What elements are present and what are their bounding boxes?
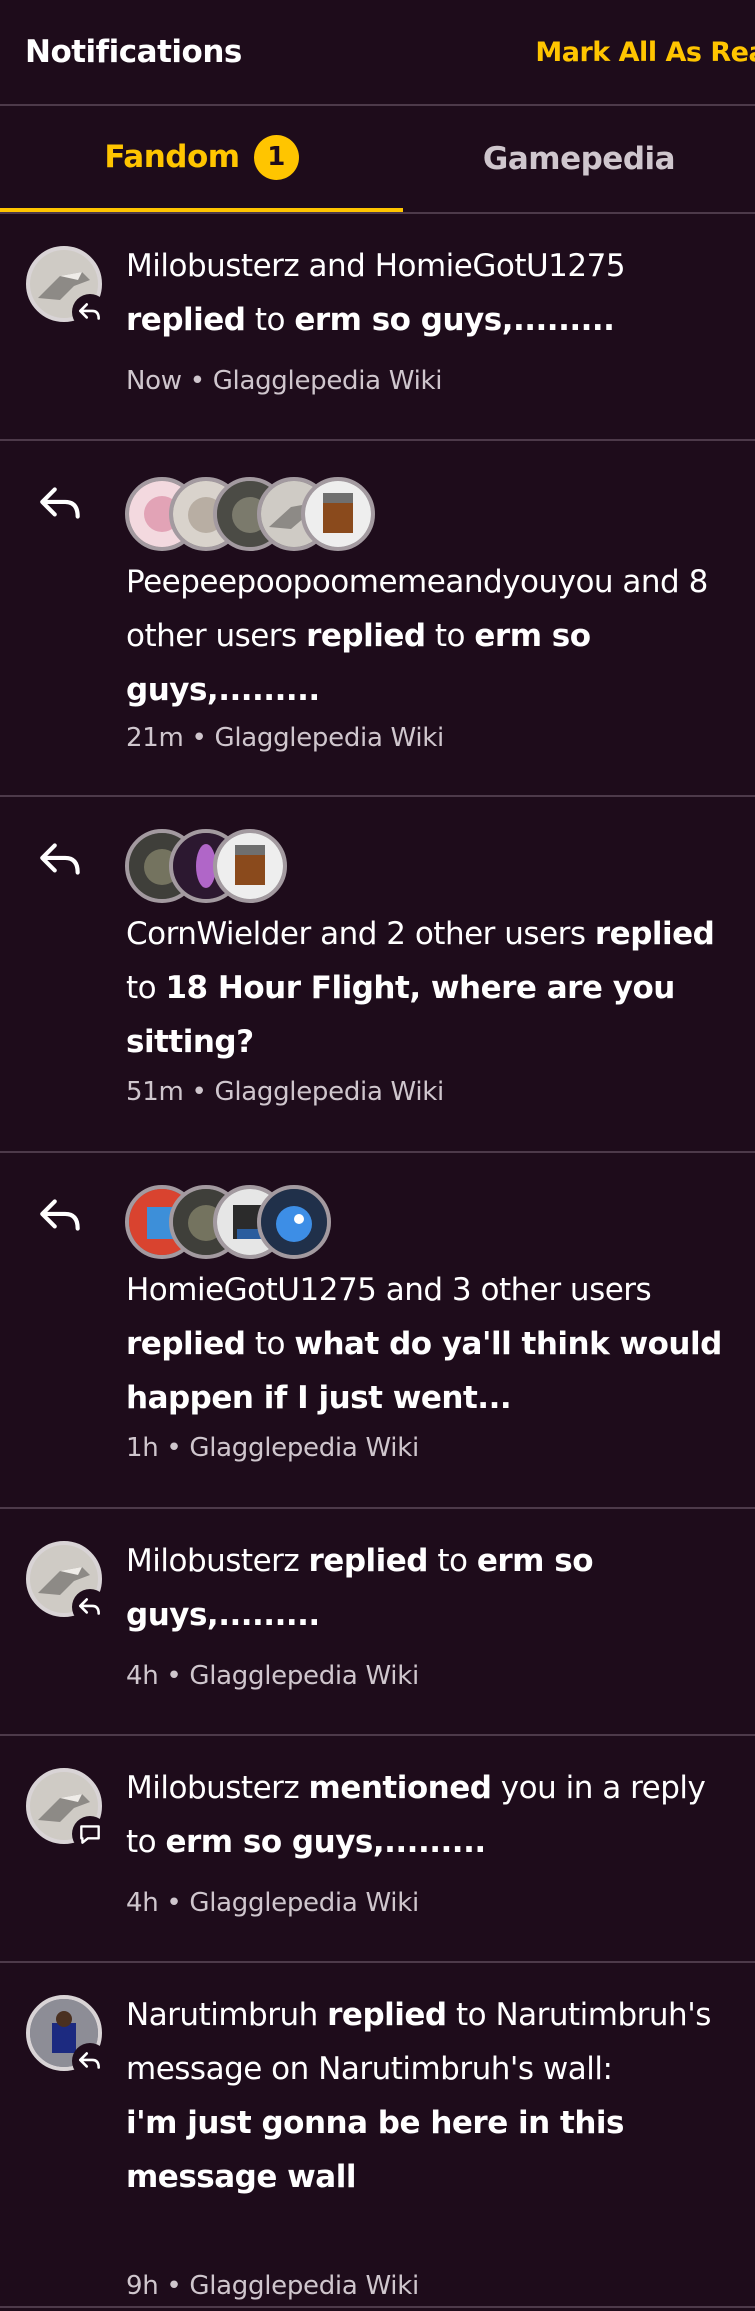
avatar (213, 829, 287, 903)
notification-action: replied (327, 1997, 447, 2033)
notification-text: Milobusterz mentioned you in a reply to … (126, 1761, 733, 1869)
notification-text: Milobusterz replied to erm so guys,.....… (126, 1534, 733, 1642)
notification-item[interactable]: Milobusterz and HomieGotU1275 replied to… (0, 214, 755, 441)
reply-icon (40, 843, 80, 875)
notification-action: replied (126, 1326, 246, 1362)
notification-wiki[interactable]: Glagglepedia Wiki (189, 2271, 419, 2301)
notification-action: mentioned (308, 1770, 492, 1806)
notification-item[interactable]: CornWielder and 2 other users replied to… (0, 797, 755, 1153)
notification-text: Milobusterz and HomieGotU1275 replied to… (126, 239, 733, 347)
tab-bar: Fandom 1 Gamepedia (0, 106, 755, 214)
notification-actor: Milobusterz (126, 1770, 309, 1806)
notification-actor: Narutimbruh (126, 1997, 328, 2033)
tab-gamepedia-label: Gamepedia (482, 141, 676, 177)
notification-connector: to (425, 618, 475, 654)
notification-actor: Milobusterz (126, 1543, 309, 1579)
notification-time: 21m (126, 723, 184, 753)
notification-meta: 21m • Glagglepedia Wiki (126, 723, 444, 753)
unread-count-badge: 1 (253, 134, 299, 180)
notification-actor: Milobusterz and HomieGotU1275 (126, 248, 626, 284)
notification-wiki[interactable]: Glagglepedia Wiki (189, 1433, 419, 1463)
notification-time: 4h (126, 1661, 159, 1691)
notification-connector: to (245, 1326, 295, 1362)
notification-target[interactable]: 18 Hour Flight, where are you sitting? (126, 970, 675, 1060)
notification-text: Narutimbruh replied to Narutimbruh's mes… (126, 1988, 733, 2204)
notification-text: Peepeepoopoomemeandyouyou and 8 other us… (126, 555, 733, 717)
notification-meta: 1h • Glagglepedia Wiki (126, 1433, 419, 1463)
notification-time: 9h (126, 2271, 159, 2301)
notification-item[interactable]: Peepeepoopoomemeandyouyou and 8 other us… (0, 441, 755, 797)
reply-icon (72, 294, 108, 330)
notification-item[interactable]: HomieGotU1275 and 3 other users replied … (0, 1153, 755, 1509)
comment-icon (72, 1816, 108, 1852)
notification-connector: to (126, 970, 166, 1006)
notification-action: replied (594, 916, 715, 952)
tab-gamepedia[interactable]: Gamepedia (403, 106, 755, 212)
notification-time: 51m (126, 1077, 184, 1107)
notifications-header: Notifications Mark All As Read (0, 0, 755, 106)
mark-all-as-read-button[interactable]: Mark All As Read (535, 37, 755, 68)
notification-meta: 9h • Glagglepedia Wiki (126, 2271, 419, 2301)
notification-target[interactable]: erm so guys,......... (165, 1824, 486, 1860)
notification-item[interactable]: Milobusterz mentioned you in a reply to … (0, 1736, 755, 1963)
notification-item[interactable]: Milobusterz replied to erm so guys,.....… (0, 1509, 755, 1736)
page-title: Notifications (25, 34, 242, 70)
tab-fandom-label: Fandom (104, 139, 240, 175)
reply-icon (40, 1199, 80, 1231)
notification-meta: 4h • Glagglepedia Wiki (126, 1888, 419, 1918)
notification-action: replied (126, 302, 246, 338)
notification-text: CornWielder and 2 other users replied to… (126, 907, 733, 1069)
notification-wiki[interactable]: Glagglepedia Wiki (213, 366, 443, 396)
notification-meta: Now • Glagglepedia Wiki (126, 366, 443, 396)
avatar (301, 477, 375, 551)
notification-meta: 4h • Glagglepedia Wiki (126, 1661, 419, 1691)
reply-icon (40, 487, 80, 519)
notification-action: replied (308, 1543, 429, 1579)
notification-wiki[interactable]: Glagglepedia Wiki (189, 1661, 419, 1691)
notification-actor: HomieGotU1275 and 3 other users (126, 1272, 652, 1308)
notification-wiki[interactable]: Glagglepedia Wiki (214, 723, 444, 753)
reply-icon (72, 1589, 108, 1625)
notification-connector: to (245, 302, 295, 338)
notification-time: 4h (126, 1888, 159, 1918)
notification-target[interactable]: erm so guys,......... (294, 302, 615, 338)
reply-icon (72, 2043, 108, 2079)
notification-text: HomieGotU1275 and 3 other users replied … (126, 1263, 733, 1425)
avatar (257, 1185, 331, 1259)
tab-fandom[interactable]: Fandom 1 (0, 106, 403, 212)
notification-actor: CornWielder and 2 other users (126, 916, 595, 952)
notification-target[interactable]: i'm just gonna be here in this message w… (126, 2105, 624, 2195)
notification-connector: to (428, 1543, 477, 1579)
notification-item[interactable]: Narutimbruh replied to Narutimbruh's mes… (0, 1963, 755, 2308)
notification-time: 1h (126, 1433, 159, 1463)
notification-action: replied (306, 618, 426, 654)
notification-wiki[interactable]: Glagglepedia Wiki (214, 1077, 444, 1107)
notification-time: Now (126, 366, 182, 396)
notification-meta: 51m • Glagglepedia Wiki (126, 1077, 444, 1107)
notification-wiki[interactable]: Glagglepedia Wiki (189, 1888, 419, 1918)
